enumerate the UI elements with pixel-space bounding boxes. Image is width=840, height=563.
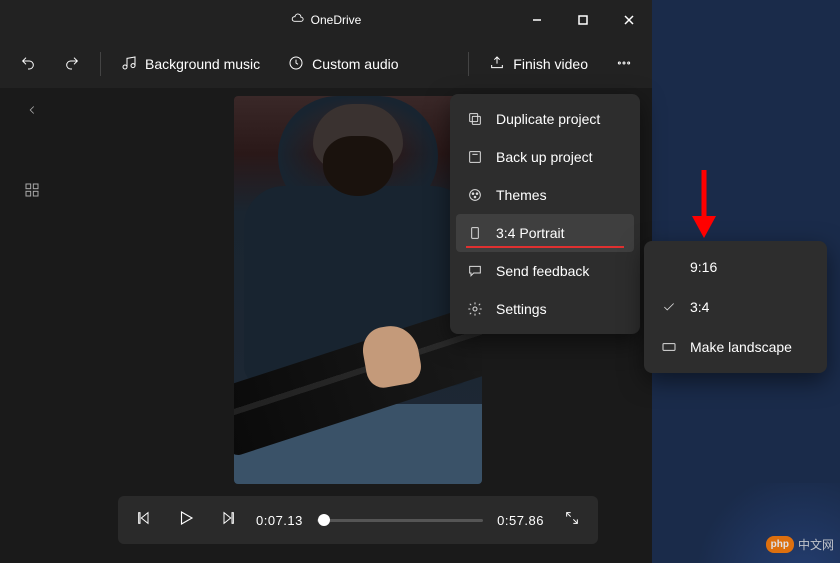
maximize-button[interactable]: [560, 0, 606, 40]
finish-video-button[interactable]: Finish video: [477, 47, 600, 82]
menu-settings[interactable]: Settings: [456, 290, 634, 328]
gear-icon: [466, 300, 484, 318]
feedback-icon: [466, 262, 484, 280]
menu-duplicate-label: Duplicate project: [496, 111, 600, 127]
duplicate-icon: [466, 110, 484, 128]
play-icon: [177, 509, 195, 532]
menu-settings-label: Settings: [496, 301, 547, 317]
aspect-ratio-submenu: 9:16 3:4 Make landscape: [644, 241, 827, 373]
window-title: OneDrive: [291, 12, 362, 29]
left-rail: [0, 88, 64, 563]
player-bar: 0:07.13 0:57.86: [118, 496, 598, 544]
finish-video-label: Finish video: [513, 56, 588, 72]
redo-button[interactable]: [52, 47, 92, 82]
more-button[interactable]: [604, 47, 644, 82]
toolbar-separator: [468, 52, 469, 76]
next-frame-button[interactable]: [214, 506, 242, 534]
titlebar: OneDrive: [0, 0, 652, 40]
step-forward-icon: [220, 510, 236, 531]
previous-frame-button[interactable]: [130, 506, 158, 534]
window-controls: [514, 0, 652, 40]
undo-icon: [20, 55, 36, 74]
aspect-option-3-4[interactable]: 3:4: [650, 287, 821, 327]
watermark-text: 中文网: [798, 536, 834, 553]
menu-feedback-label: Send feedback: [496, 263, 589, 279]
annotation-arrow: [693, 170, 715, 238]
aspect-icon: [466, 224, 484, 242]
menu-aspect-ratio[interactable]: 3:4 Portrait: [456, 214, 634, 252]
menu-themes-label: Themes: [496, 187, 547, 203]
annotation-underline: [466, 246, 624, 248]
menu-backup-project[interactable]: Back up project: [456, 138, 634, 176]
chevron-left-icon: [25, 103, 39, 122]
arrow-shaft: [702, 170, 707, 218]
collapse-panel-button[interactable]: [12, 96, 52, 128]
window-title-text: OneDrive: [311, 13, 362, 27]
custom-audio-button[interactable]: Custom audio: [276, 47, 410, 82]
close-button[interactable]: [606, 0, 652, 40]
undo-button[interactable]: [8, 47, 48, 82]
background-music-button[interactable]: Background music: [109, 47, 272, 82]
video-editor-window: OneDrive Background music Custom audio F…: [0, 0, 652, 563]
grid-icon: [24, 182, 40, 203]
video-frame-beard: [323, 136, 393, 196]
menu-aspect-label: 3:4 Portrait: [496, 225, 564, 241]
themes-icon: [466, 186, 484, 204]
fullscreen-icon: [564, 510, 580, 531]
seek-slider[interactable]: [317, 519, 483, 522]
more-icon: [616, 55, 632, 74]
audio-icon: [288, 55, 304, 74]
more-menu: Duplicate project Back up project Themes…: [450, 94, 640, 334]
custom-audio-label: Custom audio: [312, 56, 398, 72]
play-button[interactable]: [172, 506, 200, 534]
total-time: 0:57.86: [497, 513, 544, 528]
backup-icon: [466, 148, 484, 166]
check-icon: [660, 300, 678, 314]
menu-feedback[interactable]: Send feedback: [456, 252, 634, 290]
toolbar: Background music Custom audio Finish vid…: [0, 40, 652, 88]
step-back-icon: [136, 510, 152, 531]
toolbar-separator: [100, 52, 101, 76]
current-time: 0:07.13: [256, 513, 303, 528]
cloud-icon: [291, 12, 305, 29]
menu-duplicate-project[interactable]: Duplicate project: [456, 100, 634, 138]
landscape-icon: [660, 339, 678, 355]
seek-thumb[interactable]: [318, 514, 330, 526]
watermark: php 中文网: [766, 536, 834, 553]
aspect-916-label: 9:16: [690, 259, 717, 275]
arrow-head-icon: [692, 216, 716, 238]
redo-icon: [64, 55, 80, 74]
aspect-option-landscape[interactable]: Make landscape: [650, 327, 821, 367]
aspect-34-label: 3:4: [690, 299, 709, 315]
menu-themes[interactable]: Themes: [456, 176, 634, 214]
library-grid-button[interactable]: [16, 176, 48, 208]
export-icon: [489, 55, 505, 74]
aspect-landscape-label: Make landscape: [690, 339, 792, 355]
aspect-option-9-16[interactable]: 9:16: [650, 247, 821, 287]
music-icon: [121, 55, 137, 74]
video-preview[interactable]: [234, 96, 482, 484]
menu-backup-label: Back up project: [496, 149, 593, 165]
minimize-button[interactable]: [514, 0, 560, 40]
watermark-badge: php: [766, 536, 794, 553]
fullscreen-button[interactable]: [558, 506, 586, 534]
background-music-label: Background music: [145, 56, 260, 72]
